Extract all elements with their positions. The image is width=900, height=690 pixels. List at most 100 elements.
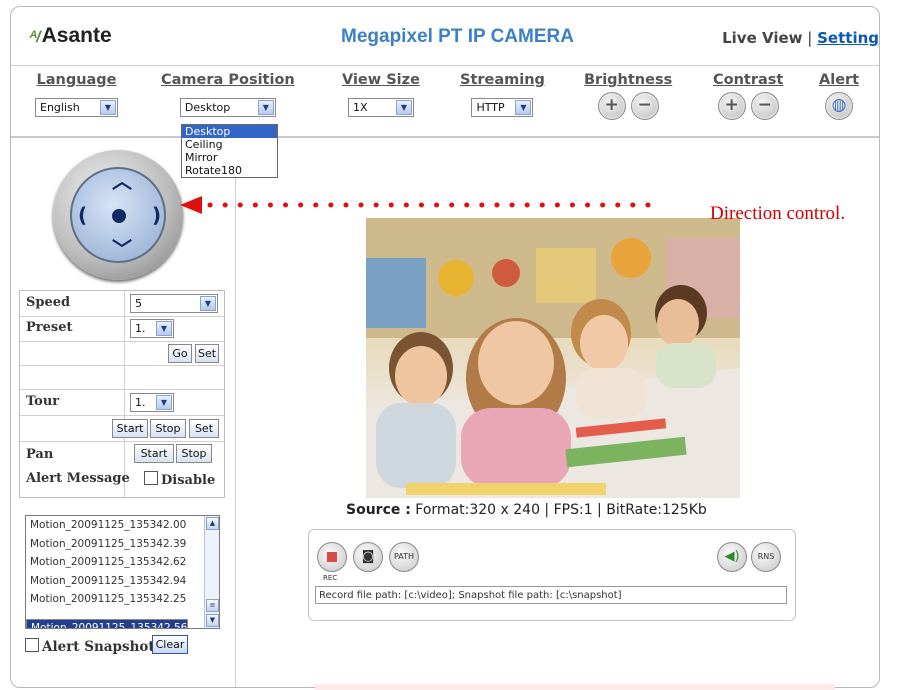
source-label: Source : — [346, 502, 411, 518]
alert-globe-button[interactable]: ◍ — [825, 92, 854, 120]
tour-select[interactable]: 1. ▼ — [130, 393, 174, 412]
settings-toolbar: Language English ▼ Camera Position Deskto… — [11, 66, 879, 138]
page-title: Megapixel PT IP CAMERA — [341, 26, 574, 47]
preset-set-button[interactable]: Set — [195, 344, 219, 363]
list-item[interactable]: Motion_20091125_135342.94 — [26, 572, 219, 591]
alert-snapshot-checkbox[interactable] — [25, 638, 39, 652]
chevron-down-icon: ▼ — [257, 100, 274, 115]
view-size-group: View Size 1X ▼ — [342, 72, 420, 117]
preset-value: 1. — [135, 322, 146, 335]
record-button[interactable] — [317, 542, 347, 572]
preset-select[interactable]: 1. ▼ — [130, 319, 174, 338]
view-size-select[interactable]: 1X ▼ — [347, 98, 414, 117]
list-item[interactable]: Motion_20091125_135342.00 — [26, 516, 219, 535]
audio-button[interactable]: ◀) — [717, 542, 747, 572]
tour-stop-button[interactable]: Stop — [150, 419, 186, 438]
ptz-control-box: Speed 5 ▼ Preset 1. ▼ Go Set Tour 1. ▼ Star… — [19, 290, 225, 498]
direction-pointer-arrow — [180, 196, 660, 214]
alert-snapshot-label: Alert Snapshot — [42, 639, 155, 655]
speed-value: 5 — [135, 297, 142, 310]
list-item-selected[interactable]: Motion_20091125_135342.56 — [26, 618, 189, 628]
setting-link[interactable]: Setting — [817, 29, 879, 47]
option-rotate180[interactable]: Rotate180 — [182, 164, 277, 177]
source-value: Format:320 x 240 | FPS:1 | BitRate:125Kb — [415, 502, 707, 518]
tour-set-button[interactable]: Set — [189, 419, 219, 438]
option-desktop[interactable]: Desktop — [182, 125, 277, 138]
disable-option[interactable]: Disable — [144, 471, 215, 488]
camera-icon: ◙ — [361, 549, 375, 564]
alert-snapshot-option[interactable]: Alert Snapshot — [25, 638, 155, 655]
direction-control-annotation: Direction control. — [710, 203, 846, 224]
logo-text: Asante — [41, 24, 112, 47]
clear-button[interactable]: Clear — [152, 635, 188, 654]
language-label: Language — [36, 72, 117, 88]
arrow-down-icon[interactable]: ﹀ — [112, 239, 132, 259]
pan-start-button[interactable]: Start — [134, 444, 174, 463]
list-item[interactable]: Motion_20091125_135342.25 — [26, 590, 219, 609]
video-frame-illustration — [366, 218, 740, 498]
direction-pad-inner: ︿ ﹀ ( ) — [70, 167, 166, 263]
stream-source-info: Source : Format:320 x 240 | FPS:1 | BitR… — [346, 502, 707, 518]
contrast-group: Contrast + − — [713, 72, 783, 120]
preset-label: Preset — [26, 320, 73, 335]
snapshot-button[interactable]: ◙ — [353, 542, 383, 572]
bottom-decoration — [315, 684, 835, 690]
camera-position-group: Camera Position Desktop ▼ — [161, 72, 295, 117]
language-select[interactable]: English ▼ — [35, 98, 118, 117]
brightness-increase-button[interactable]: + — [597, 92, 626, 120]
camera-position-select[interactable]: Desktop ▼ — [179, 98, 276, 117]
arrow-up-icon[interactable]: ︿ — [112, 171, 132, 191]
header-bar: ᴬ/Asante Megapixel PT IP CAMERA Live Vie… — [11, 7, 879, 66]
live-view-link[interactable]: Live View — [722, 29, 802, 47]
list-item[interactable]: Motion_20091125_135342.62 — [26, 553, 219, 572]
view-size-label: View Size — [342, 72, 420, 88]
file-path-display: Record file path: [c:\video]; Snapshot f… — [315, 586, 787, 604]
language-group: Language English ▼ — [35, 72, 118, 117]
option-ceiling[interactable]: Ceiling — [182, 138, 277, 151]
scroll-down-icon[interactable]: ▼ — [206, 614, 219, 627]
contrast-decrease-button[interactable]: − — [750, 92, 779, 120]
brightness-group: Brightness + − — [584, 72, 672, 120]
scroll-up-icon[interactable]: ▲ — [206, 517, 219, 530]
option-mirror[interactable]: Mirror — [182, 151, 277, 164]
left-control-panel: ︿ ﹀ ( ) Speed 5 ▼ Preset 1. ▼ Go Set Tou… — [11, 138, 236, 687]
arrow-right-icon[interactable]: ) — [152, 205, 161, 225]
streaming-value: HTTP — [476, 101, 505, 114]
chevron-down-icon: ▼ — [156, 321, 172, 336]
alert-message-label: Alert Message — [26, 471, 130, 486]
speed-label: Speed — [26, 295, 71, 310]
path-button[interactable]: PATH — [389, 542, 419, 572]
chevron-down-icon: ▼ — [200, 296, 216, 311]
list-item[interactable]: Motion_20091125_135342.39 — [26, 535, 219, 554]
top-nav: Live View | Setting — [722, 29, 879, 47]
rns-button[interactable]: RNS — [751, 542, 781, 572]
tour-start-button[interactable]: Start — [112, 419, 148, 438]
speed-select[interactable]: 5 ▼ — [130, 294, 218, 313]
pan-label: Pan — [26, 447, 54, 462]
alert-message-list[interactable]: Motion_20091125_135342.00 Motion_2009112… — [25, 515, 220, 629]
list-scrollbar[interactable]: ▲ ≡ ▼ — [204, 516, 219, 628]
preset-go-button[interactable]: Go — [168, 344, 192, 363]
record-icon — [327, 551, 337, 562]
pan-stop-button[interactable]: Stop — [176, 444, 212, 463]
language-value: English — [40, 101, 80, 114]
scroll-thumb[interactable]: ≡ — [206, 599, 219, 612]
alert-group: Alert ◍ — [819, 72, 859, 120]
chevron-down-icon: ▼ — [156, 395, 172, 410]
home-center-button[interactable] — [112, 209, 126, 223]
chevron-down-icon: ▼ — [515, 100, 532, 115]
direction-control-pad[interactable]: ︿ ﹀ ( ) — [53, 150, 183, 280]
live-video-image — [366, 218, 740, 498]
brightness-label: Brightness — [584, 72, 673, 88]
path-label: PATH — [393, 552, 415, 561]
disable-checkbox[interactable] — [144, 471, 158, 485]
alert-label: Alert — [819, 72, 860, 88]
streaming-select[interactable]: HTTP ▼ — [471, 98, 534, 117]
arrow-left-icon[interactable]: ( — [78, 205, 87, 225]
contrast-increase-button[interactable]: + — [717, 92, 746, 120]
recording-panel: ◙ PATH ◀) RNS Record file path: [c:\vide… — [308, 529, 796, 621]
tour-value: 1. — [135, 396, 146, 409]
rns-label: RNS — [757, 552, 775, 561]
nav-separator: | — [807, 29, 813, 47]
brightness-decrease-button[interactable]: − — [630, 92, 659, 120]
